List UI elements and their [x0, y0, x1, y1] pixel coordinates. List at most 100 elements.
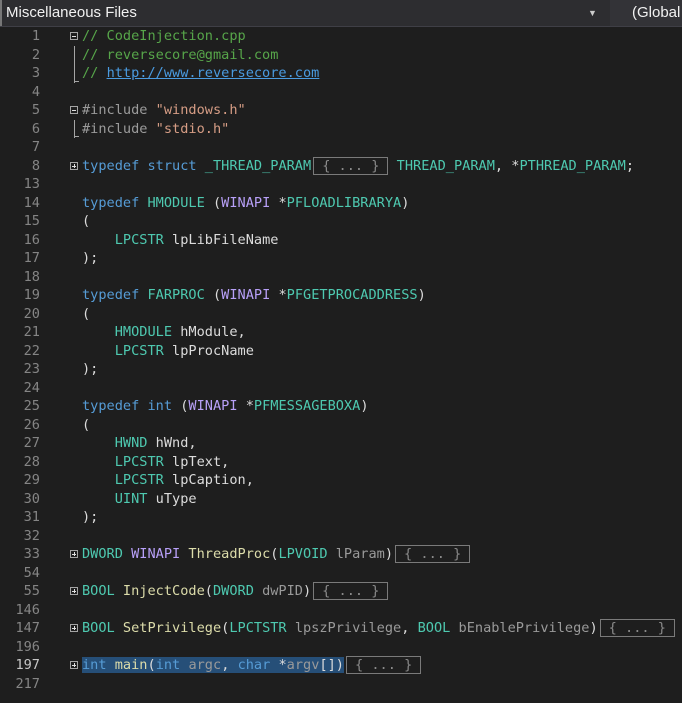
- code-line[interactable]: 27 HWND hWnd,: [0, 434, 682, 453]
- code-line[interactable]: 32: [0, 527, 682, 546]
- code-text: LPCSTR lpCaption,: [82, 471, 254, 490]
- code-line[interactable]: 15 (: [0, 212, 682, 231]
- code-line[interactable]: 4: [0, 83, 682, 102]
- code-token: #include: [82, 102, 156, 118]
- line-number: 5: [31, 102, 40, 118]
- line-number: 30: [23, 490, 40, 507]
- line-number: 4: [31, 83, 40, 100]
- code-token: lpLibFileName: [172, 231, 279, 248]
- code-token: HWND: [114, 435, 156, 451]
- fold-guide: [74, 64, 79, 83]
- code-line[interactable]: 26 (: [0, 416, 682, 435]
- code-line[interactable]: 6 #include "stdio.h": [0, 119, 682, 139]
- code-token: BOOL: [417, 620, 459, 636]
- line-number: 19: [23, 287, 40, 303]
- code-token: PFMESSAGEBOXA: [253, 398, 361, 414]
- code-line[interactable]: 21 HMODULE hModule,: [0, 323, 682, 342]
- code-line[interactable]: 217: [0, 675, 682, 694]
- code-token: (: [212, 194, 222, 211]
- code-line[interactable]: 8 typedef struct _THREAD_PARAM{ ... } THR…: [0, 156, 682, 176]
- expand-icon[interactable]: [70, 587, 78, 595]
- code-text: // CodeInjection.cpp: [82, 27, 246, 46]
- code-line[interactable]: 1 // CodeInjection.cpp: [0, 27, 682, 46]
- code-line[interactable]: 16 LPCSTR lpLibFileName: [0, 231, 682, 250]
- code-token: PFLOADLIBRARYA: [286, 194, 402, 211]
- code-line[interactable]: 29 LPCSTR lpCaption,: [0, 471, 682, 490]
- code-line[interactable]: 25 typedef int (WINAPI *PFMESSAGEBOXA): [0, 397, 682, 416]
- collapsed-block-button[interactable]: { ... }: [395, 545, 471, 563]
- expand-icon[interactable]: [70, 661, 78, 669]
- code-line[interactable]: 14 typedef HMODULE (WINAPI *PFLOADLIBRARY…: [0, 194, 682, 213]
- code-line[interactable]: 55 BOOL InjectCode(DWORD dwPID){ ... }: [0, 582, 682, 601]
- expand-icon[interactable]: [70, 161, 78, 170]
- code-line[interactable]: 3 // http://www.reversecore.com: [0, 64, 682, 83]
- code-token: bEnablePrivilege: [458, 620, 590, 636]
- code-line[interactable]: 19 typedef FARPROC (WINAPI *PFGETPROCADDR…: [0, 286, 682, 305]
- line-number: 6: [31, 120, 40, 137]
- fold-guide: [74, 45, 75, 64]
- collapse-icon[interactable]: [70, 32, 78, 40]
- code-token: (: [82, 213, 91, 229]
- code-line[interactable]: 23);: [0, 360, 682, 379]
- code-line[interactable]: 31);: [0, 508, 682, 527]
- code-token: WINAPI: [131, 546, 189, 562]
- scope-dropdown[interactable]: (Global Scope): [610, 0, 682, 26]
- code-token: );: [82, 361, 99, 377]
- line-number: 31: [23, 509, 40, 525]
- code-token: // CodeInjection.cpp: [82, 28, 246, 44]
- code-text: #include "stdio.h": [82, 120, 229, 139]
- code-line[interactable]: 5 #include "windows.h": [0, 101, 682, 120]
- collapsed-block-button[interactable]: { ... }: [599, 619, 675, 637]
- line-number: 15: [23, 213, 40, 229]
- code-token: ): [417, 287, 426, 303]
- code-line[interactable]: 54: [0, 564, 682, 583]
- code-line[interactable]: 33 DWORD WINAPI ThreadProc(LPVOID lParam)…: [0, 545, 682, 564]
- line-number: 20: [23, 305, 40, 322]
- code-line[interactable]: 146: [0, 601, 682, 620]
- code-token: "windows.h": [155, 102, 246, 118]
- code-token: *: [270, 194, 287, 211]
- selection-highlight: int main(int argc, char *argv[]): [82, 657, 344, 673]
- code-line[interactable]: 197 int main(int argc, char *argv[]){ ...…: [0, 656, 682, 675]
- line-number: 26: [23, 416, 40, 433]
- code-token: argv: [286, 657, 320, 673]
- collapsed-block-button[interactable]: { ... }: [313, 156, 389, 175]
- code-text: LPCSTR lpLibFileName: [82, 231, 279, 250]
- code-editor[interactable]: 1 // CodeInjection.cpp 2 // reversecore@gma…: [0, 27, 682, 693]
- code-token: *: [278, 657, 287, 673]
- code-token: FARPROC: [147, 287, 213, 303]
- code-token: UINT: [114, 490, 156, 507]
- code-line[interactable]: 20 (: [0, 305, 682, 324]
- code-token: hWnd,: [155, 435, 197, 451]
- expand-icon[interactable]: [70, 624, 78, 632]
- expand-icon[interactable]: [70, 550, 78, 558]
- code-line[interactable]: 24: [0, 379, 682, 398]
- code-token: LPCTSTR: [229, 620, 295, 636]
- line-number: 14: [23, 194, 40, 211]
- line-number: 13: [23, 176, 40, 192]
- triangle-down-icon[interactable]: ▼: [588, 0, 597, 26]
- code-line[interactable]: 28 LPCSTR lpText,: [0, 453, 682, 472]
- collapse-icon[interactable]: [70, 106, 78, 114]
- collapsed-block-button[interactable]: { ... }: [313, 582, 389, 600]
- code-line[interactable]: 2 // reversecore@gmail.com: [0, 45, 682, 64]
- code-token: LPVOID: [278, 546, 336, 562]
- code-line[interactable]: 30 UINT uType: [0, 490, 682, 509]
- collapsed-block-button[interactable]: { ... }: [345, 656, 422, 674]
- line-number: 25: [23, 398, 40, 414]
- code-line[interactable]: 196: [0, 638, 682, 657]
- line-number: 197: [15, 657, 40, 673]
- code-token: ,: [221, 657, 238, 673]
- code-line[interactable]: 18: [0, 268, 682, 287]
- code-token: ThreadProc: [188, 546, 271, 562]
- code-line[interactable]: 13: [0, 175, 682, 194]
- code-line[interactable]: 147 BOOL SetPrivilege(LPCTSTR lpszPrivile…: [0, 619, 682, 638]
- code-line[interactable]: 22 LPCSTR lpProcName: [0, 342, 682, 361]
- code-token: PTHREAD_PARAM: [519, 157, 626, 174]
- project-dropdown[interactable]: Miscellaneous Files: [0, 0, 608, 26]
- code-line[interactable]: 17);: [0, 249, 682, 268]
- code-line[interactable]: 7: [0, 138, 682, 157]
